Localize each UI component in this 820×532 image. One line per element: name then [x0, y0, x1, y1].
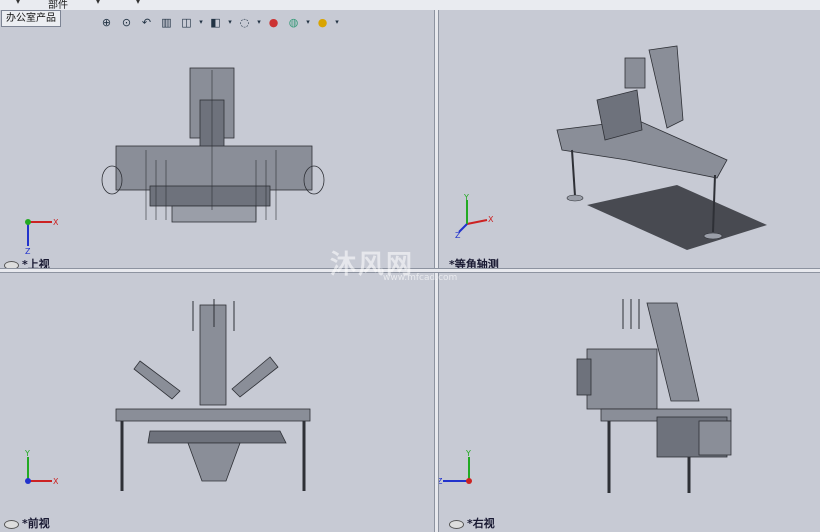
apply-scene-icon[interactable]: ◍	[285, 14, 302, 31]
view-label-front: *前视	[4, 515, 50, 531]
chevron-down-icon[interactable]: ▾	[305, 14, 311, 31]
view-label-top: *上视	[4, 256, 50, 268]
viewport-isometric[interactable]: Y X Z *等角轴测	[437, 10, 820, 268]
eye-icon	[4, 519, 19, 529]
section-view-icon[interactable]: ▥	[158, 14, 175, 31]
dropdown-arrow-icon[interactable]: ▾	[136, 0, 140, 6]
triad-x-label: X	[488, 215, 494, 224]
viewport-front[interactable]: Y X *前视	[0, 271, 434, 532]
display-style-icon[interactable]: ◧	[207, 14, 224, 31]
triad-z-label: Z	[455, 231, 461, 238]
chevron-down-icon[interactable]: ▾	[334, 14, 340, 31]
heads-up-view-toolbar: ⊕ ⊙ ↶ ▥ ◫ ▾ ◧ ▾ ◌ ▾ ● ◍ ▾ ● ▾	[98, 13, 340, 31]
hide-show-icon[interactable]: ◌	[236, 14, 253, 31]
triad-y-label: Y	[465, 449, 471, 458]
chevron-down-icon[interactable]: ▾	[256, 14, 262, 31]
front-view-model	[115, 299, 311, 491]
eye-icon	[4, 260, 19, 268]
config-tab[interactable]: 办公室产品	[1, 10, 61, 27]
edit-appearance-icon[interactable]: ●	[265, 14, 282, 31]
triad-z-label: Z	[25, 247, 31, 254]
viewport-top[interactable]: 办公室产品 X Z *上视	[0, 10, 434, 268]
previous-view-icon[interactable]: ↶	[138, 14, 155, 31]
render-icon[interactable]: ●	[314, 14, 331, 31]
eye-icon	[449, 519, 464, 529]
axis-triad: Y X	[24, 449, 58, 486]
triad-y-label: Y	[24, 449, 30, 458]
zoom-to-fit-icon[interactable]: ⊕	[98, 14, 115, 31]
chevron-down-icon[interactable]: ▾	[227, 14, 233, 31]
axis-triad: X Z	[25, 218, 58, 254]
view-label-right: *右视	[449, 515, 495, 531]
zoom-area-icon[interactable]: ⊙	[118, 14, 135, 31]
view-orientation-icon[interactable]: ◫	[178, 14, 195, 31]
dropdown-arrow-icon[interactable]: ▾	[16, 0, 20, 6]
triad-x-label: X	[53, 218, 58, 227]
dropdown-arrow-icon[interactable]: ▾	[96, 0, 100, 6]
axis-triad: Y X Z	[455, 194, 494, 238]
axis-triad: Y Z	[437, 449, 472, 486]
chevron-down-icon[interactable]: ▾	[198, 14, 204, 31]
viewport-right[interactable]: Y Z *右视	[437, 271, 820, 532]
view-label-isometric: *等角轴测	[449, 258, 499, 268]
right-view-model	[576, 299, 732, 493]
watermark-url: www.mfcad.com	[383, 273, 458, 283]
top-view-model	[101, 67, 325, 223]
triad-x-label: X	[53, 477, 58, 486]
triad-y-label: Y	[463, 194, 469, 202]
